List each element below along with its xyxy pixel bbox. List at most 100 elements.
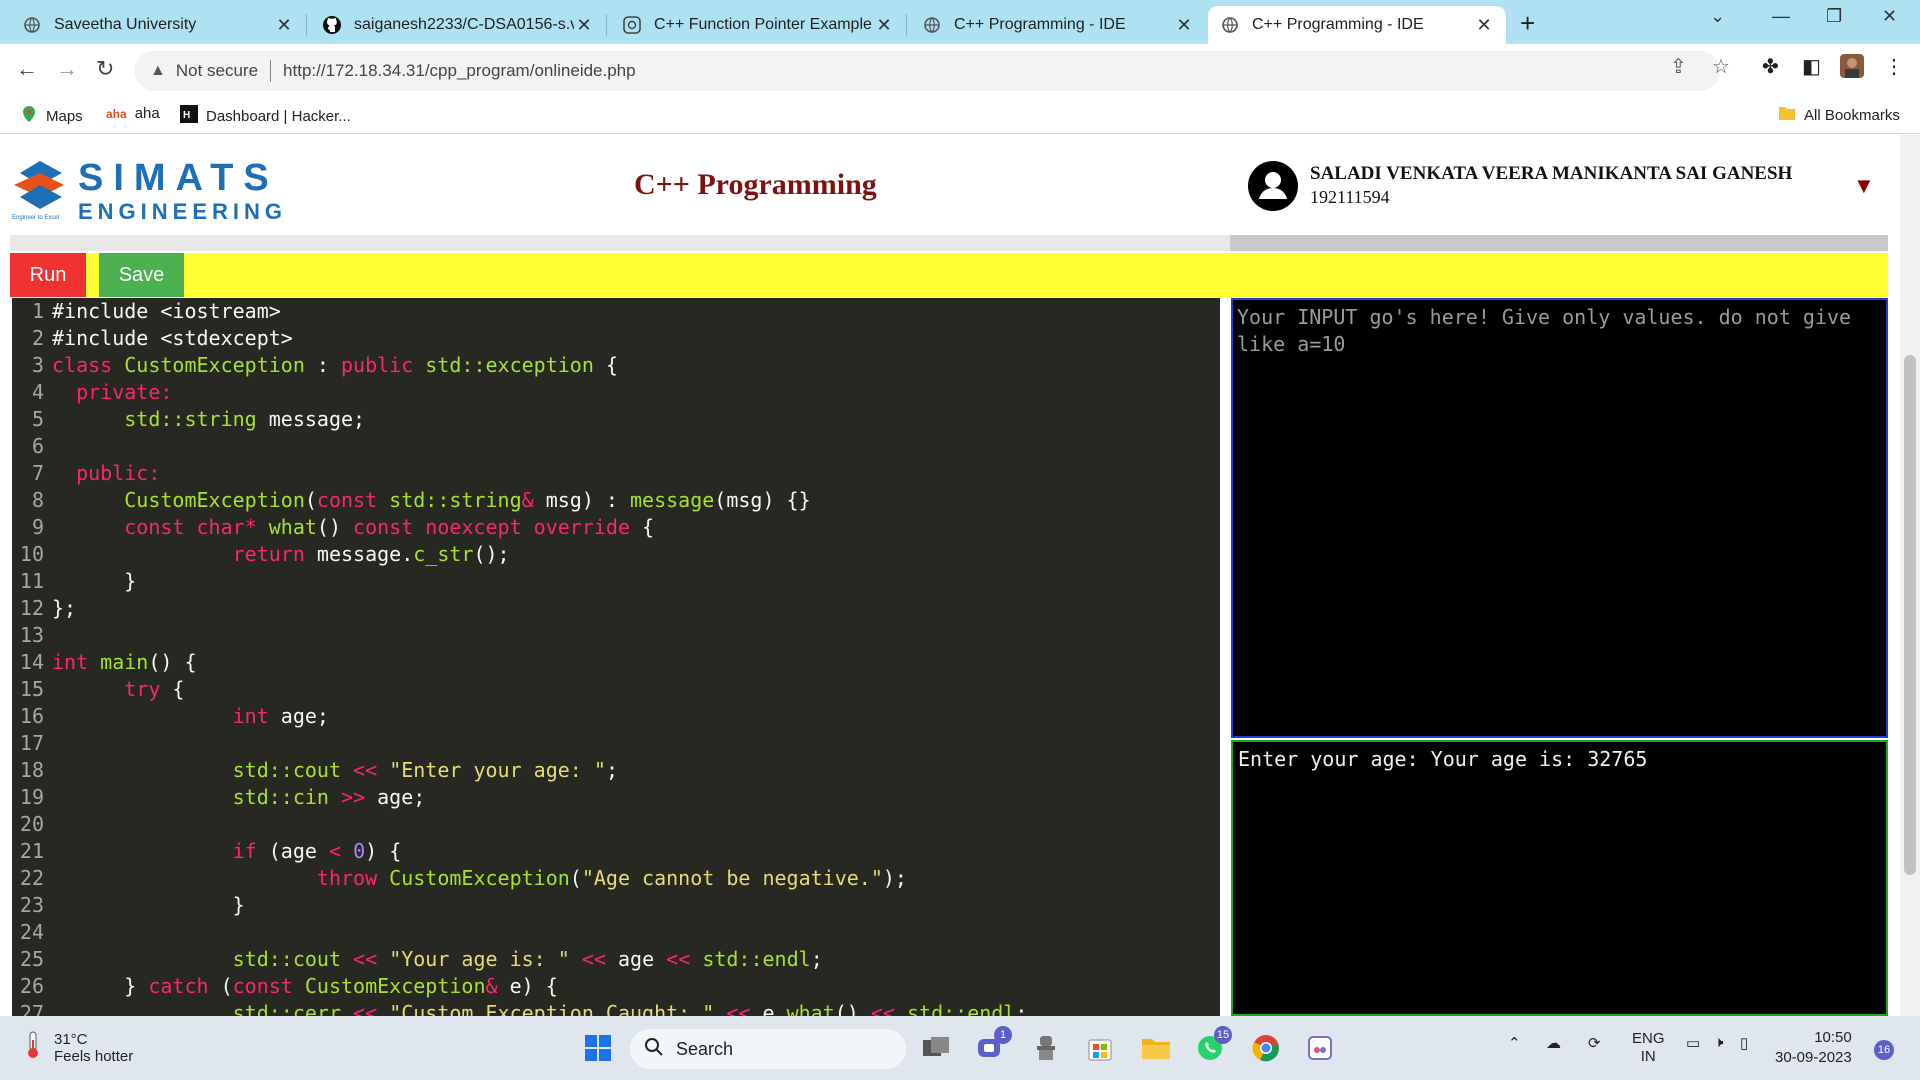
bookmark-hackerrank[interactable]: H Dashboard | Hacker... xyxy=(180,105,351,127)
code-text: class CustomException : public std::exce… xyxy=(44,352,618,379)
restore-icon[interactable]: ❐ xyxy=(1826,6,1842,27)
taskbar-search[interactable]: Search xyxy=(630,1029,906,1069)
code-line[interactable]: 11 } xyxy=(12,568,1220,595)
code-line[interactable]: 24 xyxy=(12,919,1220,946)
user-id: 192111594 xyxy=(1310,187,1390,207)
code-line[interactable]: 5 std::string message; xyxy=(12,406,1220,433)
save-button[interactable]: Save xyxy=(99,253,184,297)
code-line[interactable]: 17 xyxy=(12,730,1220,757)
whatsapp-icon[interactable]: 15 xyxy=(1192,1026,1232,1066)
forward-icon[interactable]: → xyxy=(56,56,78,82)
url-field[interactable]: ▲ Not secure http://172.18.34.31/cpp_pro… xyxy=(134,51,1720,91)
task-view-icon[interactable] xyxy=(918,1030,954,1066)
minimize-icon[interactable]: — xyxy=(1772,6,1790,27)
code-line[interactable]: 23 } xyxy=(12,892,1220,919)
code-editor[interactable]: 1 #include <iostream> 2 #include <stdexcept… xyxy=(12,298,1220,1016)
code-token: age; xyxy=(280,704,329,728)
star-icon[interactable]: ☆ xyxy=(1712,54,1730,79)
page-scrollbar[interactable] xyxy=(1900,135,1920,1016)
close-tab-icon[interactable]: ✕ xyxy=(1174,15,1194,36)
close-tab-icon[interactable]: ✕ xyxy=(274,15,294,36)
tab-search-icon[interactable]: ⌄ xyxy=(1710,6,1725,27)
tab-ide-1[interactable]: C++ Programming - IDE ✕ xyxy=(910,6,1206,44)
tab-github[interactable]: saiganesh2233/C-DSA0156-s.v. ✕ xyxy=(310,6,606,44)
code-line[interactable]: 7 public: xyxy=(12,460,1220,487)
code-token: << xyxy=(581,947,606,971)
profile-avatar[interactable] xyxy=(1840,54,1864,84)
tab-chatgpt[interactable]: C++ Function Pointer Example ✕ xyxy=(610,6,906,44)
onedrive-icon[interactable]: ☁ xyxy=(1546,1034,1561,1052)
user-menu-caret-icon[interactable]: ▼ xyxy=(1853,173,1875,199)
bookmark-aha[interactable]: aha aha xyxy=(106,105,160,122)
network-icon[interactable]: ▭ xyxy=(1686,1034,1700,1052)
share-icon[interactable]: ⇪ xyxy=(1670,54,1687,79)
code-line[interactable]: 18 std::cout << "Enter your age: "; xyxy=(12,757,1220,784)
teams-chat-icon[interactable]: 1 xyxy=(972,1026,1012,1066)
emblem-app-icon[interactable] xyxy=(1028,1030,1064,1066)
tab-divider xyxy=(606,14,607,36)
weather-widget[interactable]: 31°C Feels hotter xyxy=(22,1030,133,1065)
code-line[interactable]: 4 private: xyxy=(12,379,1220,406)
close-tab-icon[interactable]: ✕ xyxy=(574,15,594,36)
code-token: >> xyxy=(341,785,366,809)
code-line[interactable]: 20 xyxy=(12,811,1220,838)
file-explorer-icon[interactable] xyxy=(1138,1030,1174,1066)
code-line[interactable]: 25 std::cout << "Your age is: " << age <… xyxy=(12,946,1220,973)
code-line[interactable]: 8 CustomException(const std::string& msg… xyxy=(12,487,1220,514)
code-line[interactable]: 19 std::cin >> age; xyxy=(12,784,1220,811)
new-tab-button[interactable]: + xyxy=(1520,8,1535,39)
close-tab-icon[interactable]: ✕ xyxy=(1474,15,1494,36)
code-line[interactable]: 3 class CustomException : public std::exc… xyxy=(12,352,1220,379)
all-bookmarks[interactable]: All Bookmarks xyxy=(1778,105,1900,125)
menu-icon[interactable]: ⋮ xyxy=(1884,54,1904,79)
microsoft-store-icon[interactable] xyxy=(1082,1030,1118,1066)
snipping-tool-icon[interactable] xyxy=(1302,1030,1338,1066)
sync-icon[interactable]: ⟳ xyxy=(1588,1034,1601,1052)
volume-muted-icon[interactable]: 🕨 xyxy=(1714,1034,1723,1051)
code-line[interactable]: 15 try { xyxy=(12,676,1220,703)
code-line[interactable]: 27 std::cerr << "Custom Exception Caught… xyxy=(12,1000,1220,1016)
code-line[interactable]: 12}; xyxy=(12,595,1220,622)
warning-icon: ▲ xyxy=(150,62,166,79)
battery-icon[interactable]: ▯ xyxy=(1740,1034,1748,1052)
bookmark-maps[interactable]: Maps xyxy=(20,105,83,127)
close-tab-icon[interactable]: ✕ xyxy=(874,15,894,36)
all-bookmarks-label: All Bookmarks xyxy=(1804,106,1900,124)
code-token: public: xyxy=(52,461,161,485)
language-indicator[interactable]: ENG IN xyxy=(1632,1030,1665,1066)
code-line[interactable]: 2 #include <stdexcept> xyxy=(12,325,1220,352)
code-token: std::string xyxy=(124,407,257,431)
code-line[interactable]: 21 if (age < 0) { xyxy=(12,838,1220,865)
windows-start-icon[interactable] xyxy=(580,1030,616,1066)
extensions-icon[interactable]: ✤ xyxy=(1762,54,1779,79)
show-hidden-icons[interactable]: ⌃ xyxy=(1508,1034,1521,1052)
chrome-icon[interactable] xyxy=(1248,1030,1284,1066)
line-number: 13 xyxy=(19,623,44,647)
code-line[interactable]: 16 int age; xyxy=(12,703,1220,730)
program-input-field[interactable]: Your INPUT go's here! Give only values. … xyxy=(1231,298,1888,738)
clock[interactable]: 10:50 30-09-2023 xyxy=(1775,1028,1852,1068)
code-line[interactable]: 9 const char* what() const noexcept over… xyxy=(12,514,1220,541)
reload-icon[interactable]: ↻ xyxy=(96,56,114,82)
tab-saveetha[interactable]: Saveetha University ✕ xyxy=(10,6,306,44)
code-line[interactable]: 13 xyxy=(12,622,1220,649)
side-panel-icon[interactable]: ◧ xyxy=(1802,54,1821,79)
back-icon[interactable]: ← xyxy=(16,56,38,82)
code-line[interactable]: 26 } catch (const CustomException& e) { xyxy=(12,973,1220,1000)
horizontal-scrollbar[interactable] xyxy=(10,235,1888,251)
code-line[interactable]: 6 xyxy=(12,433,1220,460)
tab-ide-active[interactable]: C++ Programming - IDE ✕ xyxy=(1208,6,1506,44)
code-token: age xyxy=(605,947,667,971)
code-line[interactable]: 10 return message.c_str(); xyxy=(12,541,1220,568)
code-line[interactable]: 14 int main() { xyxy=(12,649,1220,676)
close-window-icon[interactable]: ✕ xyxy=(1882,6,1897,27)
scroll-thumb[interactable] xyxy=(1904,355,1916,875)
code-line[interactable]: 22 throw CustomException("Age cannot be … xyxy=(12,865,1220,892)
code-line[interactable]: 1 #include <iostream> xyxy=(12,298,1220,325)
notification-badge[interactable]: 16 xyxy=(1874,1040,1894,1060)
code-token: std::cerr xyxy=(232,1001,341,1016)
run-button[interactable]: Run xyxy=(10,253,86,297)
